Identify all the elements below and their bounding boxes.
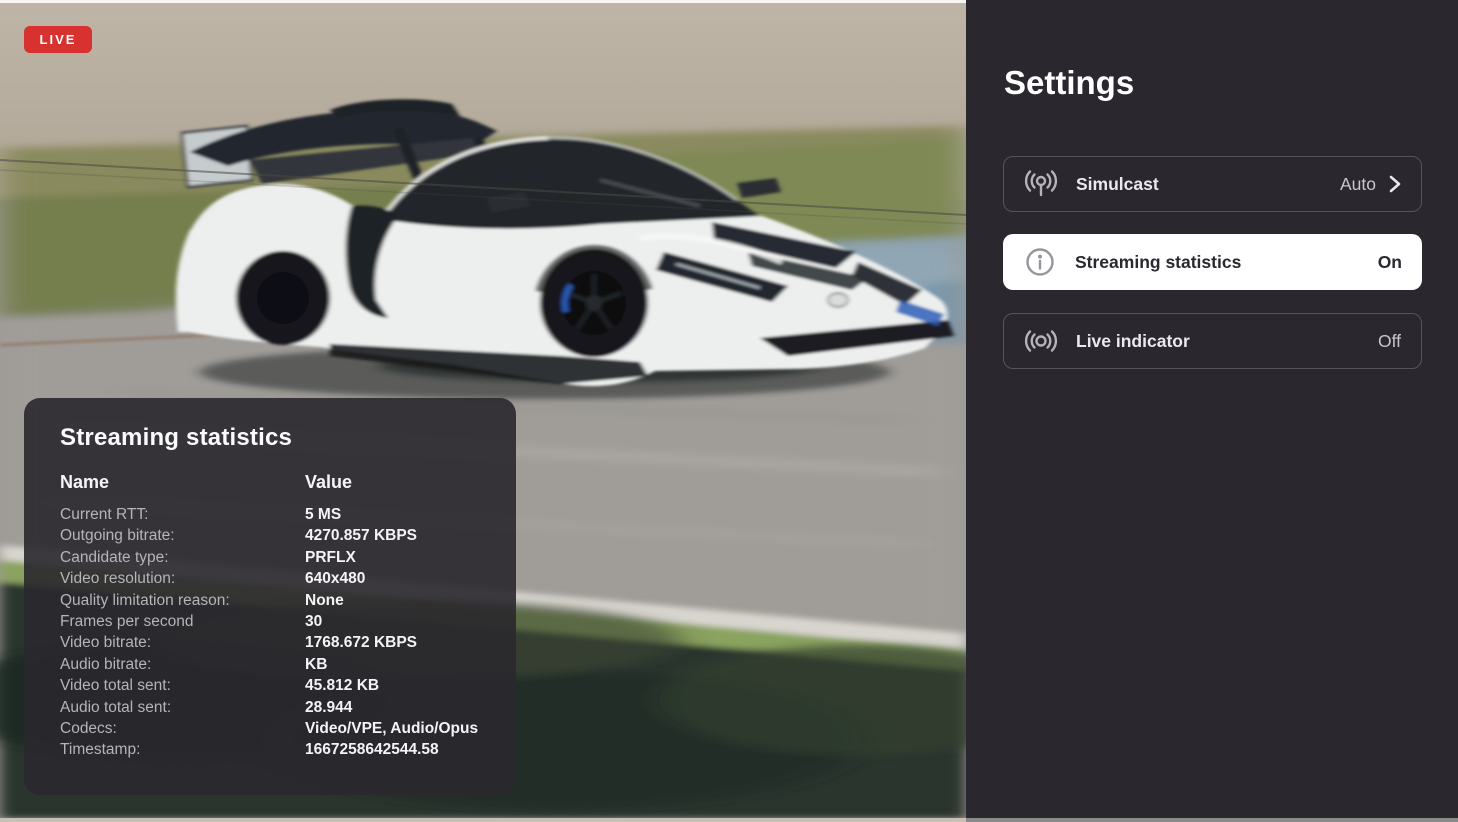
stat-value: 1768.672 KBPS <box>305 634 418 652</box>
stat-name: Frames per second <box>60 613 194 631</box>
stat-row: Outgoing bitrate: 4270.857 KBPS <box>60 525 496 546</box>
stat-row: Frames per second 30 <box>60 611 496 632</box>
settings-panel: Settings Simulcast Auto Streaming statis… <box>966 0 1458 818</box>
broadcast-icon <box>1024 167 1058 201</box>
settings-item-simulcast[interactable]: Simulcast Auto <box>1003 156 1422 212</box>
stat-name: Outgoing bitrate: <box>60 527 175 545</box>
stat-value: 5 MS <box>305 506 342 523</box>
info-icon <box>1023 245 1057 279</box>
stat-row: Timestamp: 1667258642544.58 <box>60 739 496 760</box>
settings-item-value: Off <box>1377 330 1401 351</box>
stat-name: Video total sent: <box>60 677 171 695</box>
bottom-edge <box>0 818 1458 822</box>
stat-row: Codecs: Video/VPE, Audio/Opus <box>60 718 496 739</box>
stat-row: Candidate type: PRFLX <box>60 547 496 568</box>
stat-value: 30 <box>305 613 323 631</box>
stat-name: Video resolution: <box>60 570 176 588</box>
stat-value: None <box>305 591 344 609</box>
stat-name: Quality limitation reason: <box>60 591 230 609</box>
stat-row: Current RTT: 5 MS <box>60 504 496 525</box>
stats-table-body: Current RTT: 5 MS Outgoing bitrate: 4270… <box>60 504 496 761</box>
stat-name: Audio bitrate: <box>60 655 152 673</box>
stats-col-value: Value <box>305 472 353 492</box>
stat-name: Current RTT: <box>60 506 149 523</box>
stat-name: Candidate type: <box>60 548 169 566</box>
settings-item-live-indicator[interactable]: Live indicator Off <box>1003 313 1422 369</box>
settings-item-label: Simulcast <box>1076 173 1159 194</box>
stat-value: 28.944 <box>305 698 353 716</box>
stat-value: PRFLX <box>305 548 356 566</box>
stat-value: 640x480 <box>305 570 366 588</box>
stat-value: KB <box>305 655 328 673</box>
stat-row: Quality limitation reason: None <box>60 590 496 611</box>
settings-item-label: Streaming statistics <box>1075 251 1242 272</box>
streaming-statistics-overlay: Streaming statistics Name Value Current … <box>24 398 516 795</box>
stat-row: Video bitrate: 1768.672 KBPS <box>60 632 496 653</box>
stats-overlay-title: Streaming statistics <box>60 424 293 451</box>
stat-row: Video resolution: 640x480 <box>60 568 496 589</box>
stat-name: Audio total sent: <box>60 698 172 716</box>
stat-value: 4270.857 KBPS <box>305 527 418 545</box>
stat-value: Video/VPE, Audio/Opus <box>305 720 479 738</box>
settings-item-value: Auto <box>1340 173 1376 194</box>
stats-table-header: Name Value <box>60 472 496 493</box>
app-window: LIVE Streaming statistics Name Value Cur… <box>0 0 1458 822</box>
live-badge: LIVE <box>24 26 92 53</box>
stat-row: Video total sent: 45.812 KB <box>60 675 496 696</box>
stat-name: Codecs: <box>60 720 117 738</box>
stats-col-name: Name <box>60 472 110 492</box>
stat-name: Timestamp: <box>60 741 141 759</box>
settings-title: Settings <box>1004 64 1135 101</box>
settings-item-streaming-statistics[interactable]: Streaming statistics On <box>1003 234 1422 290</box>
stat-value: 1667258642544.58 <box>305 741 439 759</box>
settings-item-label: Live indicator <box>1076 330 1190 351</box>
chevron-right-icon <box>1388 174 1401 194</box>
bottom-edge-video <box>0 818 966 822</box>
settings-item-value: On <box>1377 251 1402 272</box>
live-indicator-icon <box>1024 324 1058 358</box>
stat-name: Video bitrate: <box>60 634 152 652</box>
bottom-edge-settings <box>966 818 1458 822</box>
stat-value: 45.812 KB <box>305 677 380 695</box>
stat-row: Audio total sent: 28.944 <box>60 697 496 718</box>
stat-row: Audio bitrate: KB <box>60 654 496 675</box>
live-video-player: LIVE Streaming statistics Name Value Cur… <box>0 0 966 818</box>
